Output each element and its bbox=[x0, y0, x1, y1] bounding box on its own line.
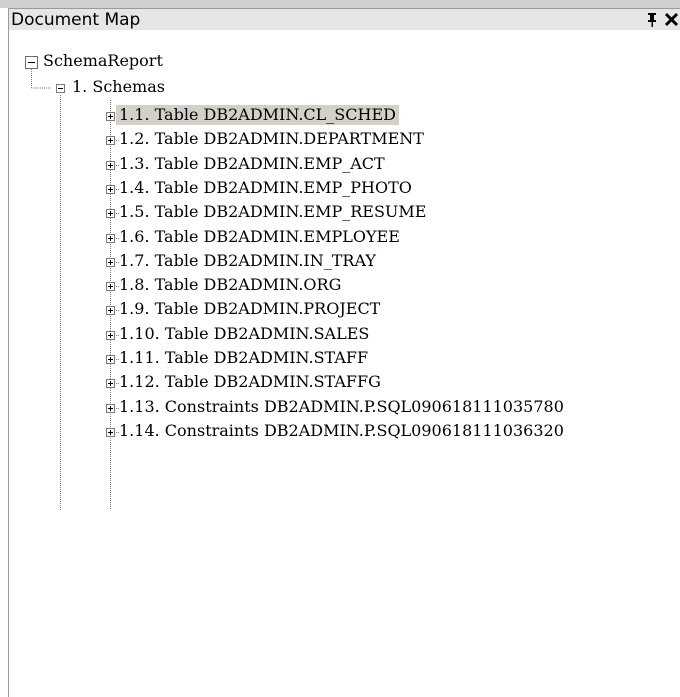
tree-item-5[interactable]: 1.5. Table DB2ADMIN.EMP_RESUME bbox=[119, 202, 426, 222]
tree-node-schemas[interactable]: 1. Schemas bbox=[72, 77, 165, 97]
schemas-collapse-toggle[interactable] bbox=[56, 84, 65, 93]
tree-item-expand-toggle[interactable] bbox=[106, 258, 115, 267]
tree-item-expand-toggle[interactable] bbox=[106, 428, 115, 437]
document-map-panel: Document Map SchemaReport 1. Schemas 1.1… bbox=[0, 0, 680, 697]
tree-item-expand-toggle[interactable] bbox=[106, 404, 115, 413]
tree-item-expand-toggle[interactable] bbox=[106, 355, 115, 364]
tree-item-expand-toggle[interactable] bbox=[106, 112, 115, 121]
tree-item-expand-toggle[interactable] bbox=[106, 209, 115, 218]
tree-item-8[interactable]: 1.8. Table DB2ADMIN.ORG bbox=[119, 275, 341, 295]
tree-item-expand-toggle[interactable] bbox=[106, 282, 115, 291]
tree-item-expand-toggle[interactable] bbox=[106, 136, 115, 145]
tree-item-expand-toggle[interactable] bbox=[106, 379, 115, 388]
tree-item-9[interactable]: 1.9. Table DB2ADMIN.PROJECT bbox=[119, 299, 380, 319]
tree-item-expand-toggle[interactable] bbox=[106, 234, 115, 243]
tree-item-13[interactable]: 1.13. Constraints DB2ADMIN.P.SQL09061811… bbox=[119, 397, 564, 417]
tree-item-3[interactable]: 1.3. Table DB2ADMIN.EMP_ACT bbox=[119, 154, 385, 174]
tree-node-schemareport[interactable]: SchemaReport bbox=[43, 51, 163, 71]
tree-item-expand-toggle[interactable] bbox=[106, 161, 115, 170]
tree-item-4[interactable]: 1.4. Table DB2ADMIN.EMP_PHOTO bbox=[119, 178, 412, 198]
tree-item-1[interactable]: 1.1. Table DB2ADMIN.CL_SCHED bbox=[116, 105, 399, 125]
tree-item-10[interactable]: 1.10. Table DB2ADMIN.SALES bbox=[119, 324, 369, 344]
tree-item-14[interactable]: 1.14. Constraints DB2ADMIN.P.SQL09061811… bbox=[119, 421, 564, 441]
tree-item-expand-toggle[interactable] bbox=[106, 331, 115, 340]
tree-item-6[interactable]: 1.6. Table DB2ADMIN.EMPLOYEE bbox=[119, 227, 400, 247]
tree-item-expand-toggle[interactable] bbox=[106, 185, 115, 194]
tree-item-7[interactable]: 1.7. Table DB2ADMIN.IN_TRAY bbox=[119, 251, 376, 271]
tree-item-expand-toggle[interactable] bbox=[106, 306, 115, 315]
tree-item-2[interactable]: 1.2. Table DB2ADMIN.DEPARTMENT bbox=[119, 129, 424, 149]
root-collapse-toggle[interactable] bbox=[25, 56, 38, 69]
tree-item-12[interactable]: 1.12. Table DB2ADMIN.STAFFG bbox=[119, 372, 381, 392]
tree-item-11[interactable]: 1.11. Table DB2ADMIN.STAFF bbox=[119, 348, 368, 368]
